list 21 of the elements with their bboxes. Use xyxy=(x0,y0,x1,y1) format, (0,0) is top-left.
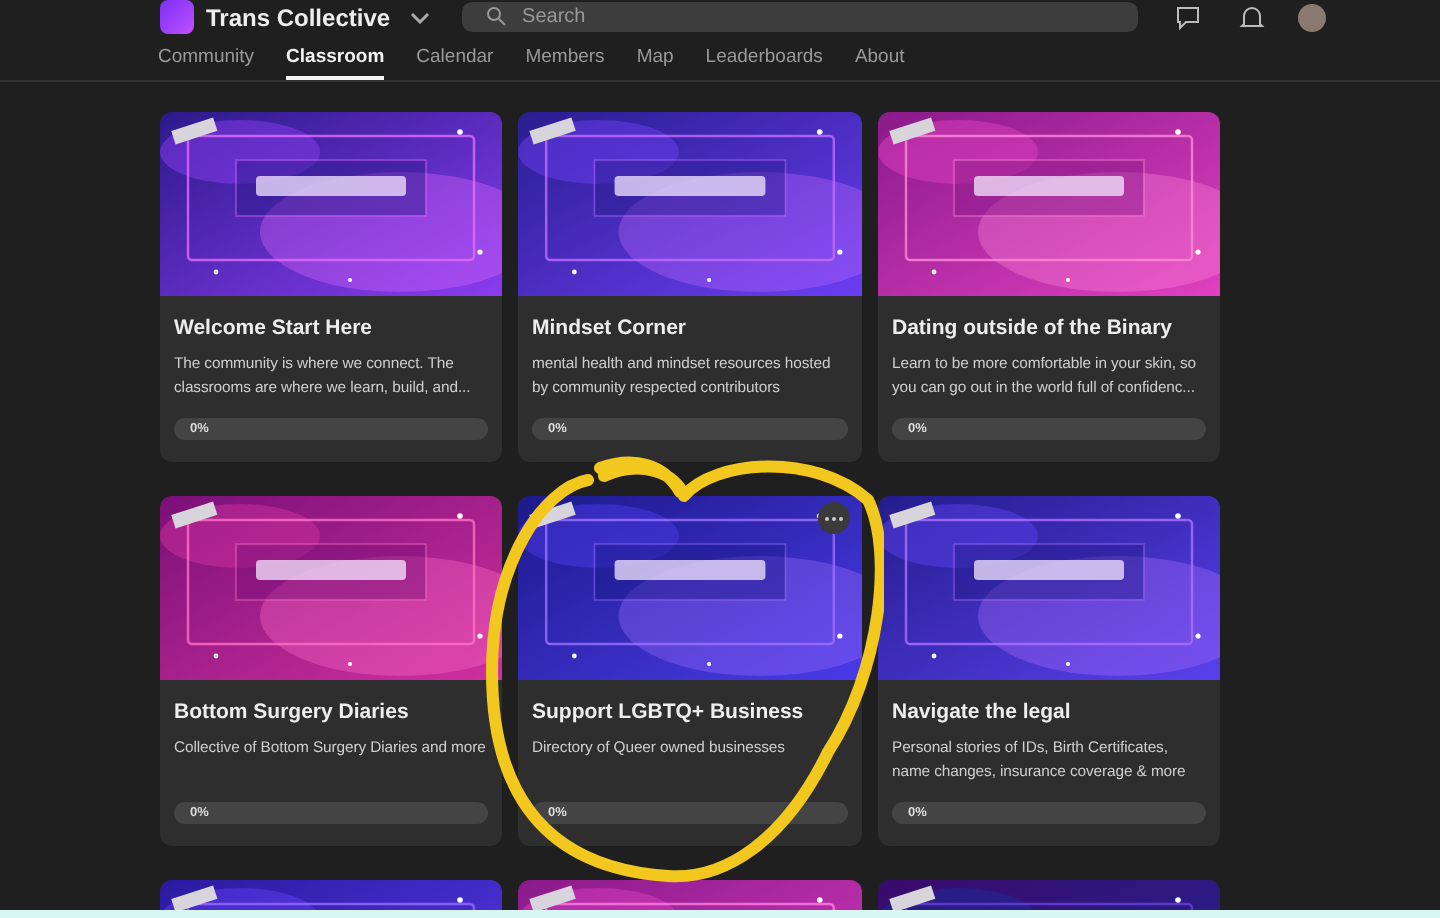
course-title: Support LGBTQ+ Business xyxy=(532,698,806,726)
group-name[interactable]: Trans Collective xyxy=(206,1,391,33)
course-title: Welcome Start Here xyxy=(174,314,375,342)
course-title: Navigate the legal xyxy=(892,698,1073,726)
avatar[interactable] xyxy=(1298,3,1327,31)
chat-icon[interactable] xyxy=(1174,3,1203,31)
course-title: Bottom Surgery Diaries xyxy=(174,698,411,726)
logo-icon[interactable] xyxy=(160,0,194,34)
search-field[interactable]: Search xyxy=(462,2,1139,32)
nav-tab[interactable]: About xyxy=(854,34,905,80)
search-icon xyxy=(486,6,507,26)
course-title: Dating outside of the Binary xyxy=(892,314,1175,342)
nav-tab[interactable]: Members xyxy=(525,34,605,80)
nav-tab[interactable]: Map xyxy=(636,34,674,80)
nav-tab[interactable]: Leaderboards xyxy=(705,34,823,80)
chevron-icon[interactable] xyxy=(410,7,431,27)
course-title: Mindset Corner xyxy=(532,314,689,342)
nav-tab[interactable]: Calendar xyxy=(416,34,494,80)
bell-icon[interactable] xyxy=(1238,3,1267,31)
nav-tab[interactable]: Classroom xyxy=(286,34,385,80)
nav-tab[interactable]: Community xyxy=(158,34,255,80)
